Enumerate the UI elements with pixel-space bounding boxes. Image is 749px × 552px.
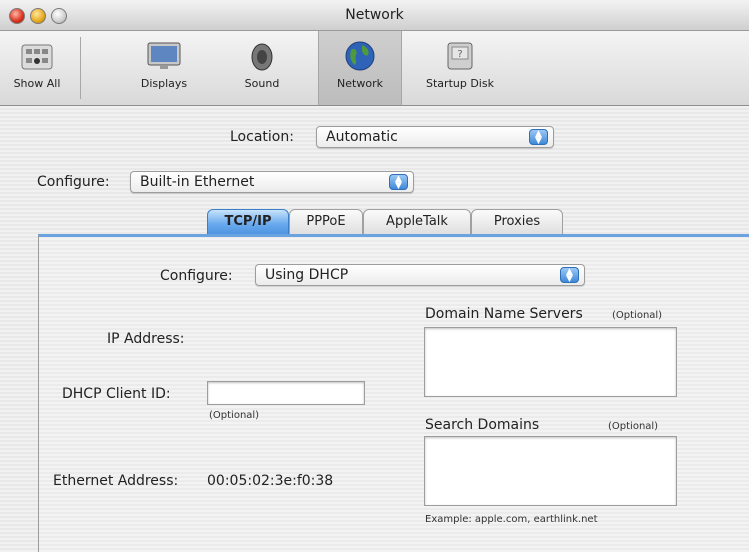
dhcp-client-id-field[interactable] <box>207 381 365 405</box>
tcpip-configure-label: Configure: <box>160 268 233 284</box>
monitor-icon <box>147 42 181 69</box>
location-label: Location: <box>230 129 294 145</box>
dns-optional-note: (Optional) <box>612 310 663 321</box>
location-value: Automatic <box>326 129 398 145</box>
configure-interface-popup[interactable]: Built-in Ethernet ▲ ▼ <box>130 171 414 193</box>
toolbar-item-network[interactable]: Network <box>318 31 402 105</box>
popup-arrows-icon: ▲ ▼ <box>529 129 548 146</box>
dhcp-client-id-value <box>208 386 212 401</box>
dhcp-client-id-label: DHCP Client ID: <box>62 386 171 402</box>
apple-grid-icon <box>21 44 53 70</box>
search-domains-optional-note: (Optional) <box>608 421 659 432</box>
toolbar-divider <box>80 37 81 99</box>
globe-icon <box>345 41 375 71</box>
search-domains-label: Search Domains <box>425 417 540 433</box>
tab-appletalk[interactable]: AppleTalk <box>363 209 471 235</box>
title-bar: Network <box>0 0 749 31</box>
search-domains-field[interactable] <box>424 436 677 506</box>
configure-interface-value: Built-in Ethernet <box>140 174 255 190</box>
ip-address-label: IP Address: <box>107 331 185 347</box>
toolbar-item-label: Network <box>337 77 383 90</box>
dhcp-optional-note: (Optional) <box>209 410 260 421</box>
toolbar-item-label: Sound <box>244 77 280 90</box>
dns-label: Domain Name Servers <box>425 306 583 322</box>
ethernet-address-label: Ethernet Address: <box>53 473 179 489</box>
toolbar: Show All Displays Sound Network ? Startu… <box>0 31 749 106</box>
dns-servers-field[interactable] <box>424 327 677 397</box>
location-popup[interactable]: Automatic ▲ ▼ <box>316 126 554 148</box>
toolbar-item-displays[interactable]: Displays <box>124 31 204 105</box>
tab-pppoe[interactable]: PPPoE <box>289 209 363 235</box>
tcpip-configure-popup[interactable]: Using DHCP ▲ ▼ <box>255 264 585 286</box>
tab-tcp-ip[interactable]: TCP/IP <box>207 209 289 235</box>
toolbar-item-label: Displays <box>140 77 188 90</box>
popup-arrows-icon: ▲ ▼ <box>560 267 579 284</box>
speaker-icon <box>251 43 273 71</box>
toolbar-item-startup-disk[interactable]: ? Startup Disk <box>414 31 506 105</box>
svg-text:?: ? <box>457 49 462 60</box>
tcpip-configure-value: Using DHCP <box>265 267 349 283</box>
tab-proxies[interactable]: Proxies <box>471 209 563 235</box>
popup-arrows-icon: ▲ ▼ <box>389 174 408 191</box>
toolbar-item-label: Show All <box>13 77 61 90</box>
toolbar-item-show-all[interactable]: Show All <box>2 31 72 105</box>
hard-disk-icon: ? <box>447 42 473 70</box>
configure-interface-label: Configure: <box>37 174 110 190</box>
toolbar-item-sound[interactable]: Sound <box>224 31 300 105</box>
window-title: Network <box>345 7 404 23</box>
ethernet-address-value: 00:05:02:3e:f0:38 <box>207 473 334 489</box>
search-domains-example: Example: apple.com, earthlink.net <box>425 514 598 525</box>
toolbar-item-label: Startup Disk <box>426 77 494 90</box>
